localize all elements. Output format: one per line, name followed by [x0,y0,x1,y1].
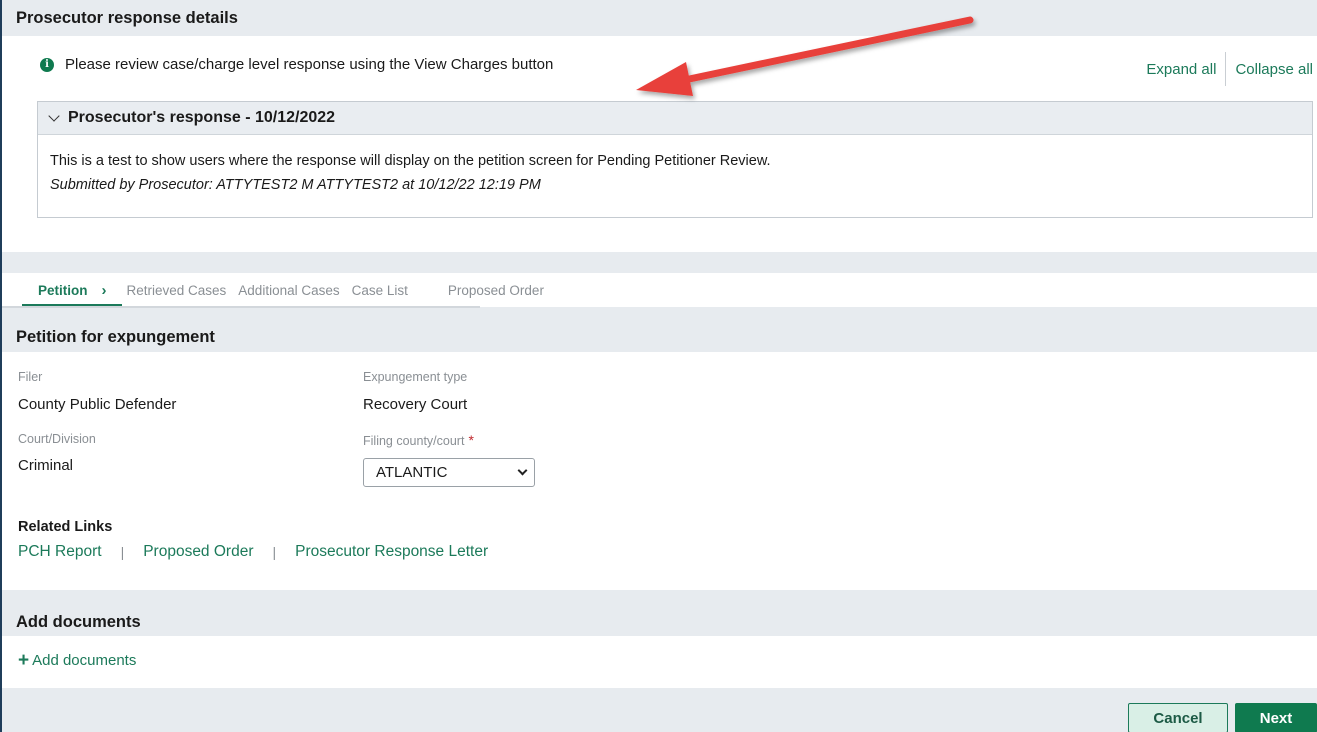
pch-report-link[interactable]: PCH Report [18,543,102,561]
info-message-text: Please review case/charge level response… [65,56,554,73]
tabs-spacer-right [480,307,1317,322]
expungement-type-value: Recovery Court [363,396,468,413]
section-divider-band [2,590,1317,608]
filer-label: Filer [18,370,43,384]
section-title: Prosecutor response details [16,9,238,27]
plus-icon: + [18,650,30,671]
response-text: This is a test to show users where the r… [50,153,771,169]
chevron-down-icon [48,110,60,122]
info-message: i Please review case/charge level respon… [40,56,553,73]
info-circle-icon: i [40,57,54,72]
collapse-all-link[interactable]: Collapse all [1235,61,1313,78]
chevron-right-icon: › [101,281,107,299]
tab-case-list[interactable]: Case List [346,283,414,298]
link-separator: | [272,544,277,560]
petition-section-header: Petition for expungement [2,322,1317,352]
section-divider-band [2,252,1317,273]
court-division-value: Criminal [18,457,74,474]
proposed-order-link[interactable]: Proposed Order [143,543,253,561]
expungement-type-label: Expungement type [363,370,468,384]
prosecutor-response-header: Prosecutor response details [2,0,1317,36]
filing-county-label: Filing county/court * [363,432,474,448]
link-separator: | [120,544,125,560]
add-documents-link[interactable]: + Add documents [18,650,137,671]
petition-tabs: Petition › Retrieved Cases Additional Ca… [2,273,544,307]
next-button[interactable]: Next [1235,703,1317,732]
expand-all-link[interactable]: Expand all [1146,61,1216,78]
cancel-button[interactable]: Cancel [1128,703,1228,732]
response-card-header[interactable]: Prosecutor's response - 10/12/2022 [38,102,1312,135]
filing-county-label-text: Filing county/court [363,434,465,448]
footer-bar [2,688,1317,732]
prosecutor-response-letter-link[interactable]: Prosecutor Response Letter [295,543,488,561]
filing-county-selected: ATLANTIC [376,464,448,481]
documents-title: Add documents [16,613,141,631]
filing-county-select[interactable]: ATLANTIC [363,458,535,487]
documents-section-header: Add documents [2,608,1317,636]
response-card-body: This is a test to show users where the r… [38,135,1312,197]
required-marker: * [468,432,474,448]
add-documents-label: Add documents [32,652,137,669]
petition-title: Petition for expungement [16,328,215,346]
tab-additional-cases[interactable]: Additional Cases [232,283,345,298]
submitted-by-text: Submitted by Prosecutor: ATTYTEST2 M ATT… [50,177,541,193]
expand-collapse-controls: Expand all Collapse all [1146,52,1313,86]
divider [1225,52,1227,86]
related-links: PCH Report | Proposed Order | Prosecutor… [18,543,488,561]
tab-retrieved-cases[interactable]: Retrieved Cases [121,283,233,298]
response-card-title: Prosecutor's response - 10/12/2022 [68,109,336,126]
tab-proposed-order[interactable]: Proposed Order [442,283,550,298]
caret-down-icon [517,465,528,476]
filer-value: County Public Defender [18,396,177,413]
court-division-label: Court/Division [18,432,96,446]
tab-petition[interactable]: Petition [2,283,94,298]
prosecutor-response-card: Prosecutor's response - 10/12/2022 This … [37,101,1313,218]
related-links-title: Related Links [18,519,113,535]
